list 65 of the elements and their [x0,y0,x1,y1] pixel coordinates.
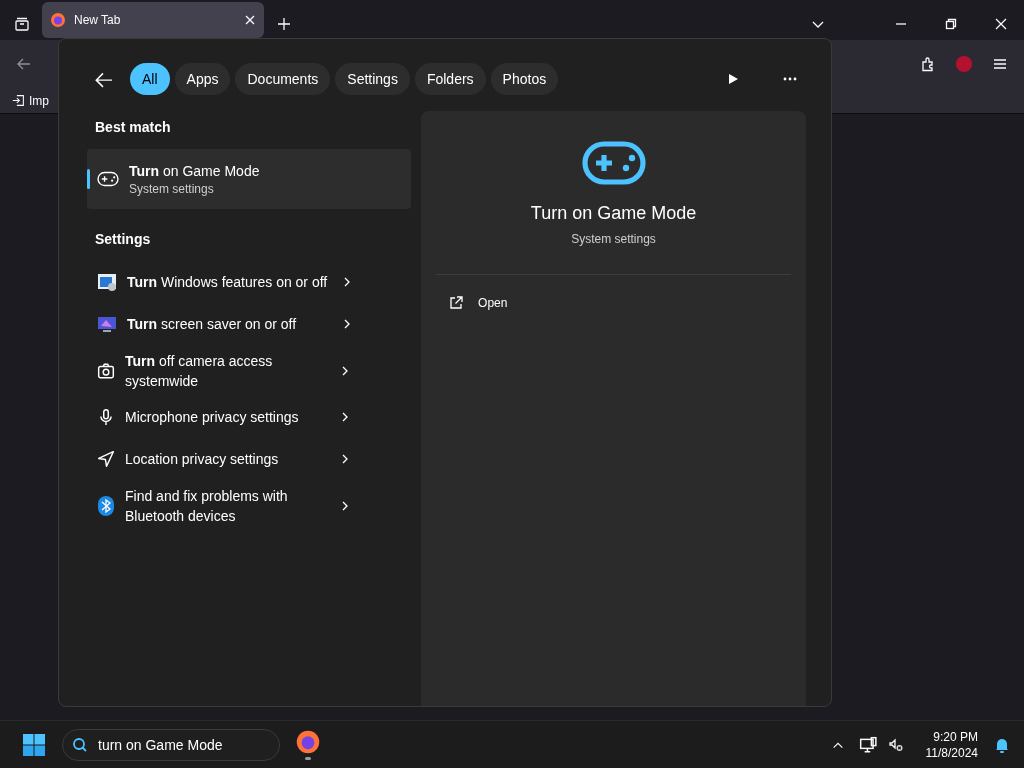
chevron-right-icon [342,276,352,288]
filter-chip[interactable]: Folders [414,63,486,95]
bluetooth-icon [97,494,115,517]
bell-icon [994,736,1010,753]
section-heading: Settings [94,230,152,249]
search-field[interactable]: turn on Game Mode [62,728,280,761]
windows-logo-icon [22,732,46,757]
browser-tab[interactable]: New Tab [42,2,264,38]
result-title: Find and fix problems with Bluetooth devices [125,486,289,526]
preview-subtitle: System settings [571,232,656,246]
settings-result[interactable]: Turn screen saver on or off [87,303,412,345]
filter-chip[interactable]: Documents [235,63,331,95]
camera-icon [97,361,115,380]
restore-icon [945,18,957,30]
back-arrow-icon [94,70,112,88]
puzzle-icon [920,56,936,72]
result-title: Turn on Game Mode [129,162,260,179]
filter-chip[interactable]: Photos [490,63,559,95]
best-match-item[interactable]: Turn on Game Mode System settings [87,149,412,209]
preview-title: Turn on Game Mode [530,203,697,224]
plus-icon [276,16,292,32]
result-subtitle: System settings [129,181,215,196]
open-action[interactable]: Open [436,289,791,317]
search-icon [72,736,88,753]
more-icon [783,77,797,81]
settings-result[interactable]: Location privacy settings [87,438,412,480]
clock[interactable]: 9:20 PM 11/8/2024 [925,729,978,760]
play-icon [727,73,739,85]
tab-title: New Tab [74,13,122,27]
close-icon [995,18,1007,30]
gamepad-icon [97,171,119,187]
menu-icon [992,56,1008,72]
tray-icon [14,16,30,32]
monitor-icon [858,735,877,754]
result-title: Turn off camera access systemwide [125,351,274,391]
filter-chip[interactable]: Apps [174,63,231,95]
clock-time: 9:20 PM [933,729,978,744]
monitor-icon [97,314,117,334]
external-link-icon [448,295,465,311]
clock-date: 11/8/2024 [925,745,978,760]
settings-result[interactable]: Turn off camera access systemwide [87,345,412,396]
filter-chip[interactable]: All [130,63,170,95]
gamepad-icon [581,141,646,185]
settings-result[interactable]: Find and fix problems with Bluetooth devices [87,480,412,531]
settings-result[interactable]: Microphone privacy settings [87,396,412,438]
chevron-right-icon [342,318,352,330]
muted-speaker-icon [887,736,904,753]
chevron-right-icon [340,364,350,377]
back-arrow-icon [16,56,32,72]
chevron-right-icon [340,411,350,423]
result-title: Turn screen saver on or off [127,315,298,334]
chevron-right-icon [340,453,350,465]
window-icon [97,272,117,292]
section-heading: Best match [94,118,172,137]
result-title: Microphone privacy settings [125,408,300,427]
location-arrow-icon [97,450,115,468]
import-icon [12,94,25,107]
settings-result[interactable]: Turn Windows features on or off [87,261,412,303]
chevron-right-icon [340,499,350,512]
filter-chip[interactable]: Settings [335,63,410,95]
microphone-icon [97,408,115,426]
close-icon [244,14,256,26]
bookmark-link[interactable]: Imp [12,93,49,108]
result-title: Location privacy settings [125,450,280,469]
result-title: Turn Windows features on or off [127,273,329,292]
